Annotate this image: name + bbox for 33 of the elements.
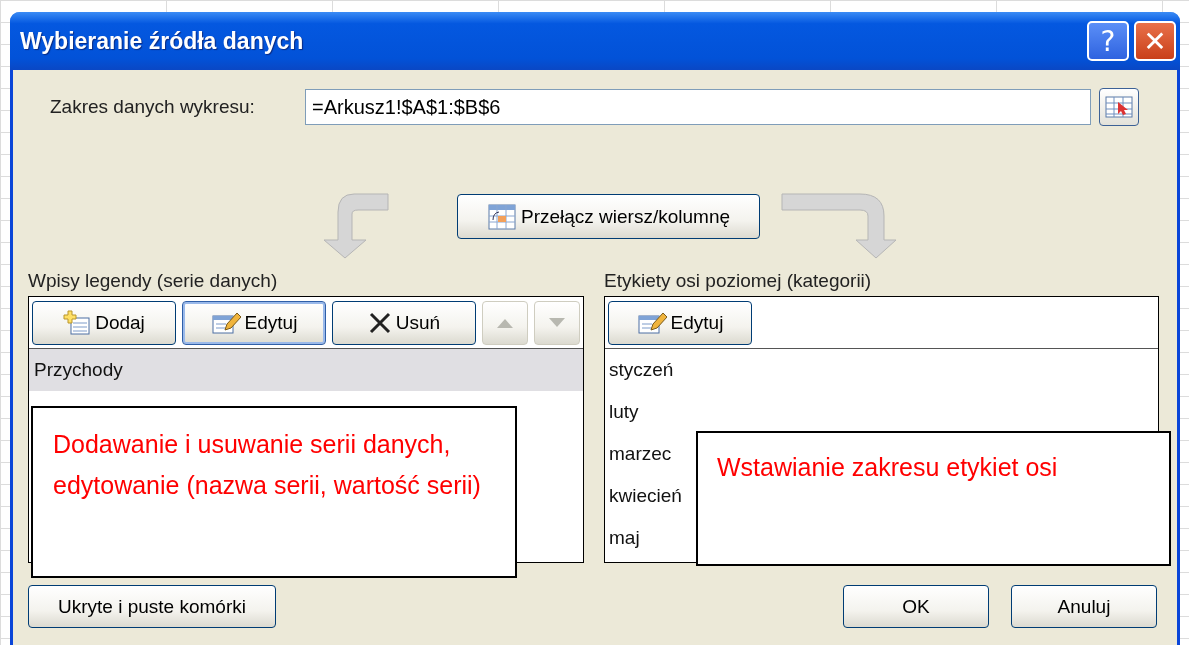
add-series-button[interactable]: Dodaj [32,301,176,345]
delete-x-icon [367,311,392,335]
switch-row-column-button[interactable]: Przełącz wiersz/kolumnę [457,194,760,239]
category-item[interactable]: marzec [605,433,672,475]
category-item[interactable]: kwiecień [605,475,682,517]
annotation-text: Wstawianie zakresu etykiet osi [717,452,1059,483]
category-item[interactable]: styczeń [605,349,674,391]
annotation-text: Dodawanie i usuwanie serii danych, edytowanie (nazwa serii, wartość serii) [53,429,482,501]
axis-labels-label: Etykiety osi poziomej (kategorii) [604,270,873,292]
edit-pencil-icon [636,310,667,336]
category-item[interactable]: luty [605,391,639,433]
edit-pencil-icon [210,310,241,336]
cancel-button[interactable]: Anuluj [1011,585,1157,628]
series-item[interactable]: Przychody [29,349,583,391]
window-title: Wybieranie źródła danych [20,27,304,55]
category-item[interactable]: maj [605,517,640,559]
collapse-dialog-button[interactable] [1099,88,1139,126]
hidden-empty-cells-button[interactable]: Ukryte i puste komórki [28,585,276,628]
close-button[interactable]: ✕ [1134,21,1176,61]
remove-series-button[interactable]: Usuń [332,301,476,345]
edit-series-button[interactable]: Edytuj [182,301,326,345]
table-arrow-icon [1104,94,1134,120]
table-swap-icon [486,202,517,231]
range-label: Zakres danych wykresu: [50,96,256,118]
up-triangle-icon [496,317,514,329]
down-triangle-icon [548,317,566,329]
add-list-icon [63,310,92,336]
ok-button[interactable]: OK [843,585,989,628]
edit-categories-button[interactable]: Edytuj [608,301,752,345]
range-field[interactable]: =Arkusz1!$A$1:$B$6 [305,89,1091,125]
curved-arrow-icon [780,190,898,260]
help-button[interactable]: ? [1087,21,1129,61]
legend-entries-label: Wpisy legendy (serie danych) [28,270,279,292]
